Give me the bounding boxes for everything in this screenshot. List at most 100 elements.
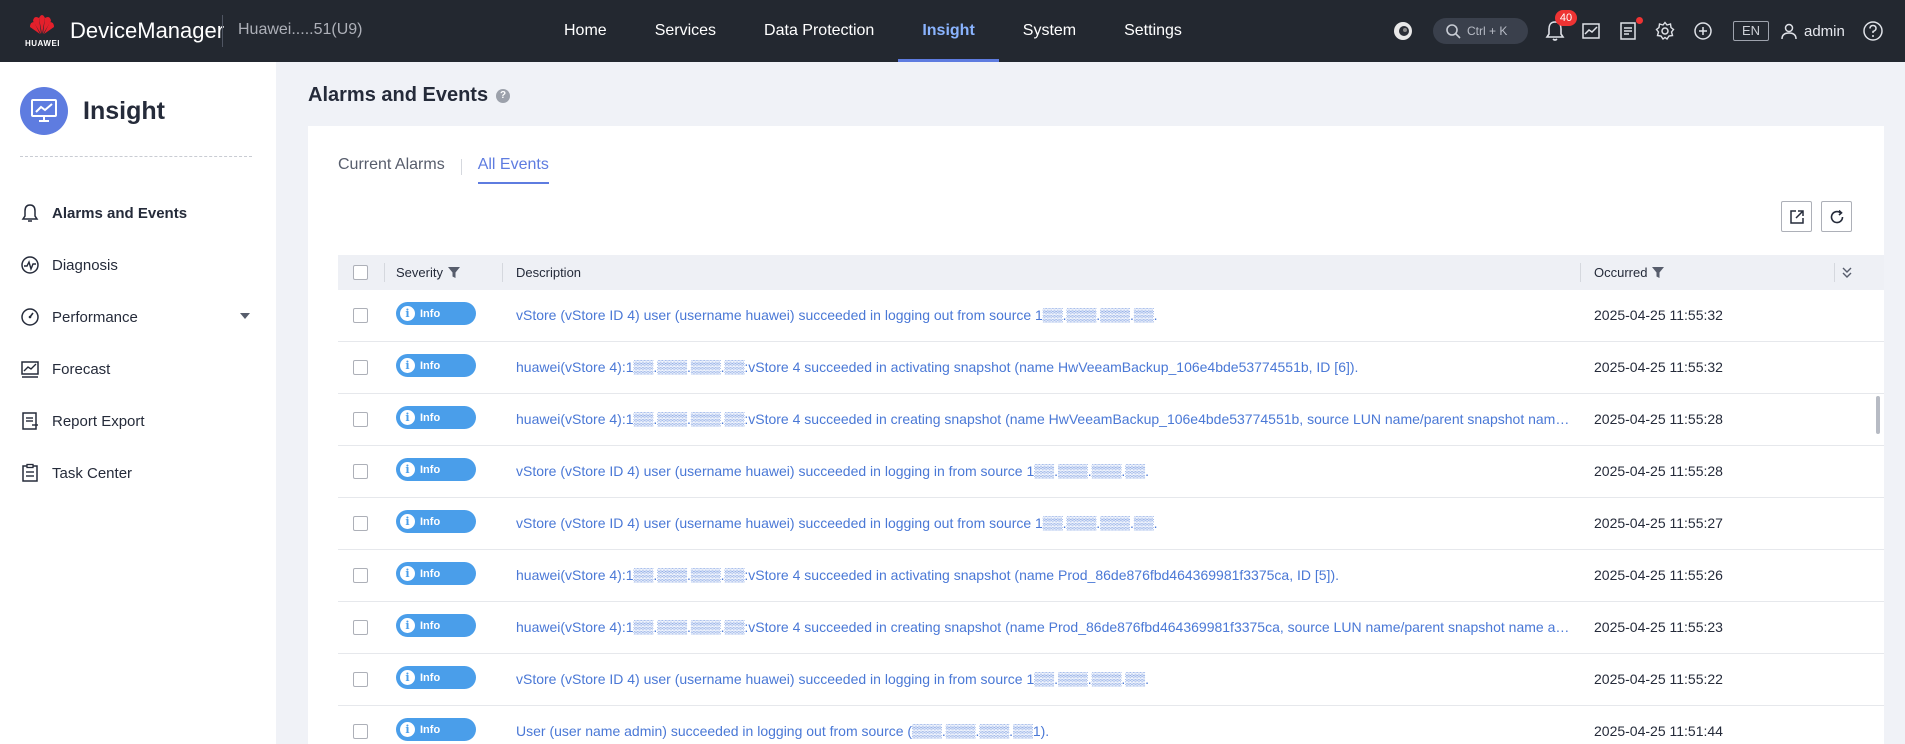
refresh-button[interactable]	[1821, 201, 1852, 232]
help-icon[interactable]	[1860, 18, 1886, 44]
caret-down-icon[interactable]	[240, 313, 250, 320]
column-occurred: Occurred	[1594, 255, 1665, 290]
page-title-text: Alarms and Events	[308, 84, 489, 106]
sidebar-item-label: Report Export	[52, 412, 145, 430]
tab-bar: Current Alarms All Events	[338, 156, 549, 186]
double-chevron-down-icon	[1842, 267, 1852, 278]
tab-all-events[interactable]: All Events	[477, 156, 549, 184]
sidebar-item-label: Diagnosis	[52, 256, 118, 274]
event-description[interactable]: huawei(vStore 4):1▒▒.▒▒▒.▒▒▒.▒▒:vStore 4…	[516, 359, 1571, 375]
nav-data-protection[interactable]: Data Protection	[740, 0, 898, 62]
event-description[interactable]: vStore (vStore ID 4) user (username huaw…	[516, 671, 1571, 687]
username: admin	[1804, 22, 1845, 40]
notification-badge: 40	[1555, 10, 1577, 26]
nav-services[interactable]: Services	[631, 0, 740, 62]
assistant-icon[interactable]	[1390, 18, 1416, 44]
column-description-label: Description	[516, 265, 582, 280]
monitor-chart-icon[interactable]	[1578, 18, 1604, 44]
language-switch[interactable]: EN	[1733, 21, 1769, 41]
top-bar: HUAWEI DeviceManager Huawei.....51(U9) H…	[0, 0, 1905, 62]
row-checkbox[interactable]	[353, 724, 368, 739]
sidebar-item-diagnosis[interactable]: Diagnosis	[0, 239, 276, 291]
report-icon	[22, 412, 38, 430]
row-checkbox[interactable]	[353, 412, 368, 427]
row-checkbox[interactable]	[353, 568, 368, 583]
column-divider	[1580, 263, 1581, 282]
event-description[interactable]: vStore (vStore ID 4) user (username huaw…	[516, 463, 1571, 479]
global-search[interactable]: Ctrl + K	[1433, 18, 1528, 44]
divider	[222, 15, 223, 47]
export-button[interactable]	[1781, 201, 1812, 232]
row-checkbox[interactable]	[353, 516, 368, 531]
table-row: i Info vStore (vStore ID 4) user (usernam…	[338, 498, 1884, 550]
filter-icon[interactable]	[447, 266, 460, 279]
clipboard-icon	[22, 463, 38, 482]
severity-badge: i Info	[396, 354, 476, 377]
device-name[interactable]: Huawei.....51(U9)	[238, 21, 363, 39]
task-alert-dot	[1636, 17, 1643, 24]
tab-current-alarms[interactable]: Current Alarms	[338, 156, 445, 182]
nav-system[interactable]: System	[999, 0, 1100, 62]
table-row: i Info huawei(vStore 4):1▒▒.▒▒▒.▒▒▒.▒▒:vS…	[338, 394, 1884, 446]
event-description[interactable]: vStore (vStore ID 4) user (username huaw…	[516, 307, 1571, 323]
bell-icon	[21, 204, 39, 222]
gear-icon[interactable]	[1652, 18, 1678, 44]
event-description[interactable]: huawei(vStore 4):1▒▒.▒▒▒.▒▒▒.▒▒:vStore 4…	[516, 567, 1571, 583]
row-checkbox[interactable]	[353, 360, 368, 375]
severity-badge: i Info	[396, 614, 476, 637]
row-checkbox[interactable]	[353, 620, 368, 635]
table-scrollbar[interactable]	[1876, 396, 1880, 434]
event-description[interactable]: huawei(vStore 4):1▒▒.▒▒▒.▒▒▒.▒▒:vStore 4…	[516, 619, 1571, 635]
severity-badge: i Info	[396, 666, 476, 689]
row-checkbox[interactable]	[353, 464, 368, 479]
nav-home[interactable]: Home	[540, 0, 631, 62]
info-icon: i	[400, 306, 415, 321]
user-menu[interactable]: admin	[1780, 18, 1845, 44]
column-settings[interactable]	[1842, 255, 1852, 290]
help-icon[interactable]: ?	[496, 88, 511, 103]
severity-badge: i Info	[396, 562, 476, 585]
gauge-icon	[21, 308, 39, 326]
row-checkbox[interactable]	[353, 672, 368, 687]
severity-badge: i Info	[396, 510, 476, 533]
event-description[interactable]: vStore (vStore ID 4) user (username huaw…	[516, 515, 1571, 531]
severity-label: Info	[420, 567, 441, 580]
event-occurred: 2025-04-25 11:51:44	[1594, 723, 1723, 739]
sidebar-item-report-export[interactable]: Report Export	[0, 395, 276, 447]
table-row: i Info vStore (vStore ID 4) user (usernam…	[338, 446, 1884, 498]
select-all-checkbox[interactable]	[353, 265, 368, 280]
event-occurred: 2025-04-25 11:55:32	[1594, 359, 1723, 375]
severity-badge: i Info	[396, 406, 476, 429]
severity-label: Info	[420, 463, 441, 476]
nav-settings[interactable]: Settings	[1100, 0, 1206, 62]
table-row: i Info vStore (vStore ID 4) user (usernam…	[338, 290, 1884, 342]
sidebar-item-label: Alarms and Events	[52, 204, 188, 222]
column-severity: Severity	[396, 255, 460, 290]
sidebar-item-label: Task Center	[52, 464, 133, 482]
export-icon	[1789, 209, 1804, 224]
sidebar-item-performance[interactable]: Performance	[0, 291, 276, 343]
filter-icon[interactable]	[1652, 266, 1665, 279]
table-header: Severity Description Occurred	[338, 255, 1884, 290]
refresh-icon	[1830, 209, 1843, 223]
sidebar-item-alarms-and-events[interactable]: Alarms and Events	[0, 187, 276, 239]
info-icon: i	[400, 722, 415, 737]
nav-insight[interactable]: Insight	[898, 0, 1000, 62]
event-description[interactable]: User (user name admin) succeeded in logg…	[516, 723, 1571, 739]
sidebar-item-forecast[interactable]: Forecast	[0, 343, 276, 395]
column-description: Description	[516, 255, 581, 290]
severity-badge: i Info	[396, 458, 476, 481]
sidebar-item-label: Forecast	[52, 360, 111, 378]
event-occurred: 2025-04-25 11:55:23	[1594, 619, 1723, 635]
event-description[interactable]: huawei(vStore 4):1▒▒.▒▒▒.▒▒▒.▒▒:vStore 4…	[516, 411, 1571, 427]
table-row: i Info vStore (vStore ID 4) user (usernam…	[338, 654, 1884, 706]
sidebar-divider	[20, 156, 252, 157]
search-icon	[1446, 24, 1461, 39]
app-name: DeviceManager	[70, 18, 225, 43]
search-shortcut: Ctrl + K	[1467, 24, 1508, 38]
column-severity-label: Severity	[396, 265, 443, 280]
row-checkbox[interactable]	[353, 308, 368, 323]
severity-label: Info	[420, 619, 441, 632]
sidebar-item-task-center[interactable]: Task Center	[0, 447, 276, 499]
plus-circle-icon[interactable]	[1690, 18, 1716, 44]
